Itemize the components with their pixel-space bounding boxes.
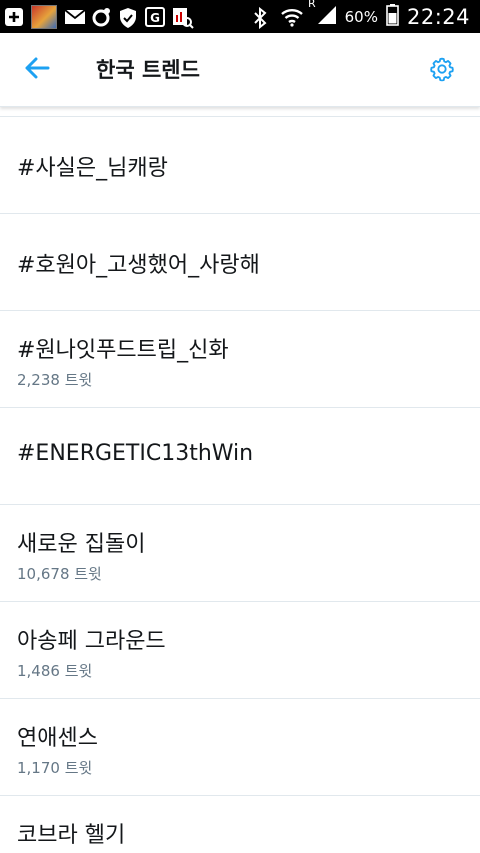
tweet-count: 2,238 트윗 bbox=[17, 371, 93, 389]
gear-icon bbox=[429, 56, 455, 86]
wifi-icon bbox=[280, 7, 303, 27]
signal-icon bbox=[317, 5, 337, 29]
battery-icon bbox=[386, 3, 399, 30]
bluetooth-icon bbox=[252, 6, 272, 29]
trend-name: 아송페 그라운드 bbox=[17, 629, 166, 654]
tweet-count: 1,170 트윗 bbox=[17, 759, 93, 777]
trend-name: #사실은_님캐랑 bbox=[17, 156, 168, 181]
trends-list: #사실은_님캐랑 #호원아_고생했어_사랑해 #원나잇푸드트립_신화 2,238… bbox=[0, 116, 480, 853]
trend-item[interactable]: 새로운 집돌이 10,678 트윗 bbox=[0, 505, 480, 602]
trend-item[interactable]: #호원아_고생했어_사랑해 bbox=[0, 214, 480, 311]
trend-name: 새로운 집돌이 bbox=[17, 532, 146, 557]
settings-button[interactable] bbox=[428, 57, 456, 85]
trend-item[interactable]: 코브라 헬기 bbox=[0, 796, 480, 853]
clock: 22:24 bbox=[406, 4, 470, 29]
circle-app-icon bbox=[91, 7, 111, 27]
arrow-left-icon bbox=[24, 57, 50, 83]
battery-percent: 60% bbox=[344, 7, 378, 26]
roaming-label: R bbox=[307, 0, 316, 10]
trend-item[interactable]: #사실은_님캐랑 bbox=[0, 117, 480, 214]
trend-item[interactable]: 아송페 그라운드 1,486 트윗 bbox=[0, 602, 480, 699]
trend-item[interactable]: 연애센스 1,170 트윗 bbox=[0, 699, 480, 796]
trend-name: 코브라 헬기 bbox=[17, 823, 126, 848]
trend-name: #ENERGETIC13thWin bbox=[17, 441, 254, 466]
system-icons: R 60% 22:24 bbox=[252, 0, 470, 33]
back-button[interactable] bbox=[18, 55, 56, 85]
gps-icon: G bbox=[145, 7, 165, 27]
app-thumbnail bbox=[31, 5, 57, 29]
image-search-icon bbox=[172, 7, 194, 29]
trend-name: #호원아_고생했어_사랑해 bbox=[17, 253, 260, 278]
trend-item[interactable]: #원나잇푸드트립_신화 2,238 트윗 bbox=[0, 311, 480, 408]
trend-name: 연애센스 bbox=[17, 726, 98, 751]
status-bar: G R 60% 22:24 bbox=[0, 0, 480, 33]
svg-text:G: G bbox=[150, 11, 160, 25]
page-title: 한국 트렌드 bbox=[96, 58, 200, 82]
shield-icon bbox=[118, 7, 138, 28]
tweet-count: 10,678 트윗 bbox=[17, 565, 102, 583]
app-bar: 한국 트렌드 bbox=[0, 33, 480, 107]
notification-icons: G bbox=[4, 5, 194, 29]
tweet-count: 1,486 트윗 bbox=[17, 662, 93, 680]
mail-icon bbox=[64, 7, 86, 27]
trend-item[interactable]: #ENERGETIC13thWin bbox=[0, 408, 480, 505]
add-icon bbox=[4, 7, 24, 27]
trend-name: #원나잇푸드트립_신화 bbox=[17, 338, 229, 363]
signal-indicator: R bbox=[308, 0, 337, 29]
